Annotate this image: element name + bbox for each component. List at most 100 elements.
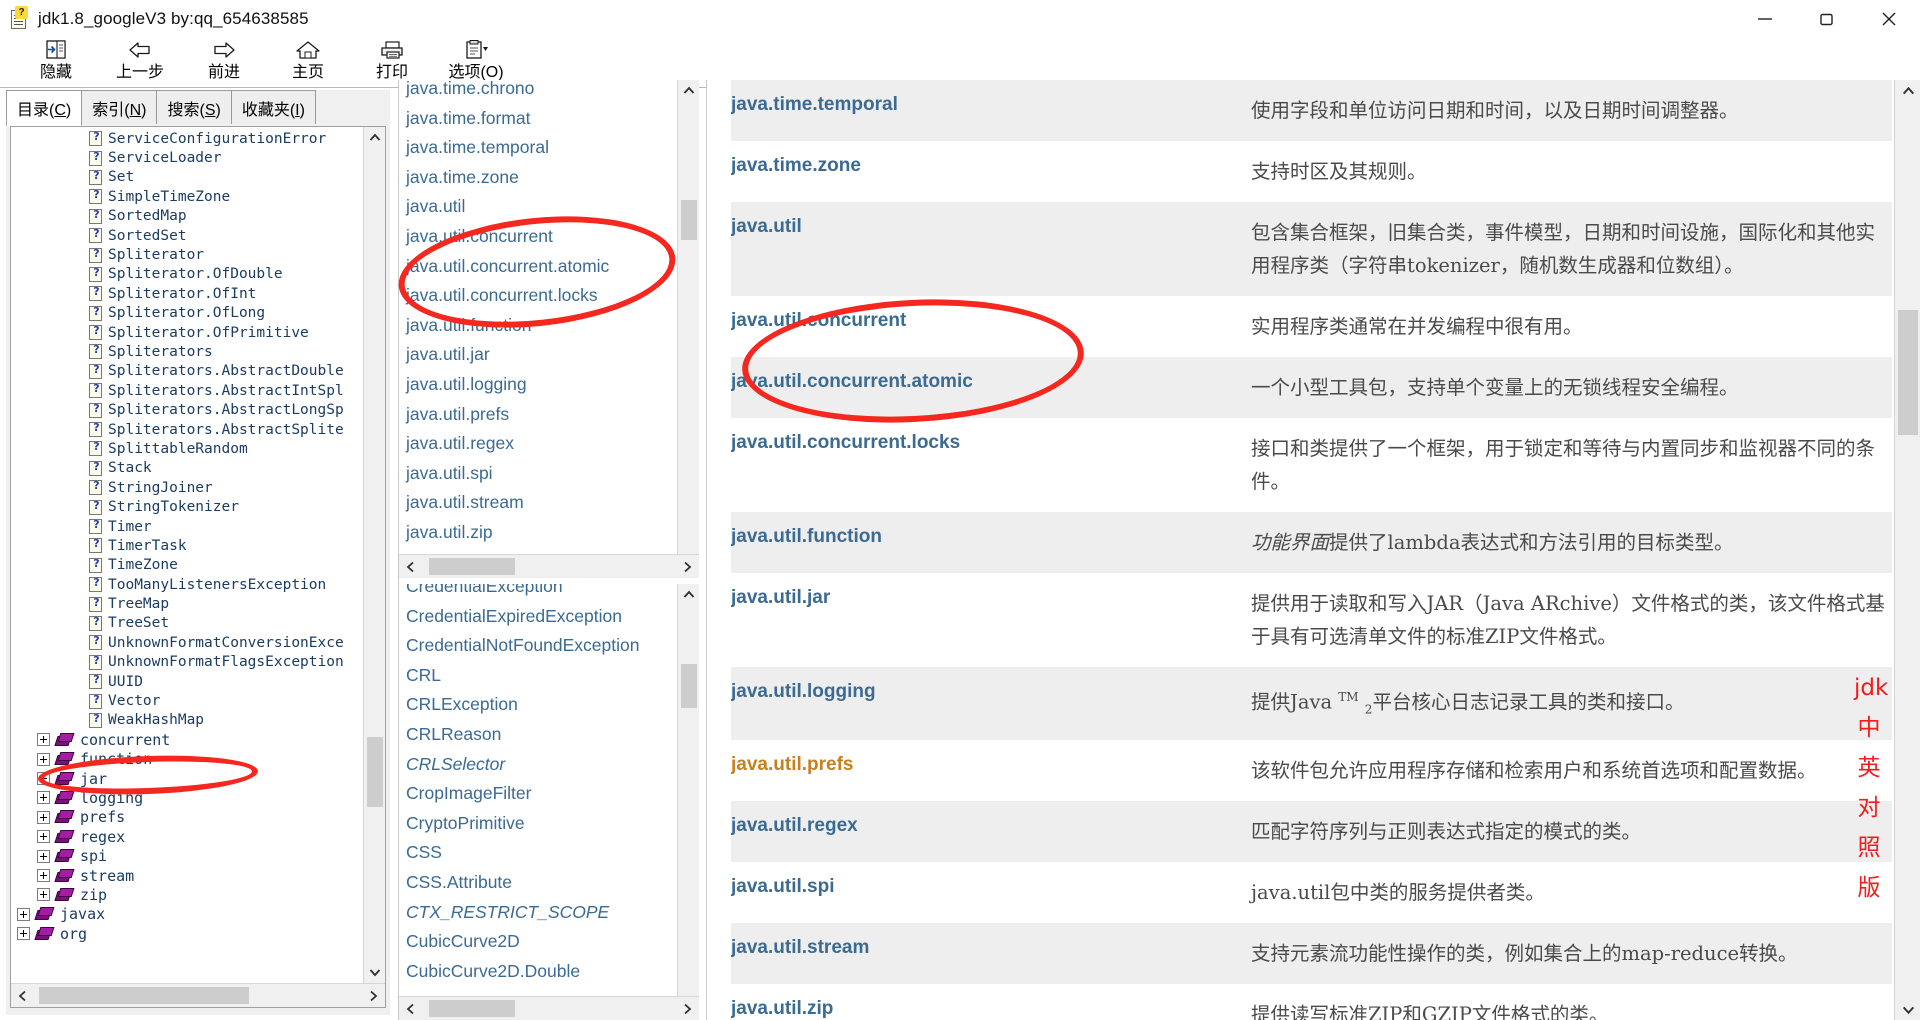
class-index-link[interactable]: CredentialNotFoundException — [399, 631, 677, 661]
tree-scroll-thumb[interactable] — [367, 737, 383, 807]
toolbar-button-hide[interactable]: 隐藏 — [14, 38, 98, 87]
package-index-link[interactable]: java.util.logging — [399, 370, 677, 400]
scroll-up-icon[interactable] — [364, 127, 386, 149]
toolbar-button-back[interactable]: 上一步 — [98, 38, 182, 87]
tree-folder-item[interactable]: jar — [17, 769, 359, 788]
tree-folder-item[interactable]: spi — [17, 846, 359, 865]
tree-page-item[interactable]: Spliterators.AbstractSplite — [17, 420, 359, 439]
expand-plus-icon[interactable] — [17, 927, 30, 941]
tree-page-item[interactable]: Spliterator.OfPrimitive — [17, 323, 359, 342]
tree-page-item[interactable]: WeakHashMap — [17, 711, 359, 730]
package-index-link[interactable]: java.time.temporal — [399, 133, 677, 163]
expand-plus-icon[interactable] — [37, 869, 50, 883]
package-list-scroll-thumb[interactable] — [681, 200, 697, 240]
class-list-scroll-thumb[interactable] — [681, 664, 697, 708]
class-index-list[interactable]: CredentialException CredentialExpiredExce… — [399, 584, 699, 1020]
package-index-link[interactable]: java.util.regex — [399, 429, 677, 459]
tab-favorites[interactable]: 收藏夹(I) — [230, 90, 316, 124]
package-index-link[interactable]: java.util.zip — [399, 518, 677, 548]
class-index-link[interactable]: CRLReason — [399, 720, 677, 750]
package-index-link[interactable]: java.time.zone — [399, 163, 677, 193]
tree-folder-item[interactable]: javax — [17, 905, 359, 924]
class-index-link[interactable]: CRLSelector — [399, 750, 677, 780]
content-vertical-scrollbar[interactable] — [1894, 80, 1920, 1020]
package-link[interactable]: java.util.logging — [731, 681, 876, 702]
tree-page-item[interactable]: Spliterator — [17, 245, 359, 264]
expand-plus-icon[interactable] — [37, 752, 50, 766]
tree-page-item[interactable]: Set — [17, 168, 359, 187]
package-link[interactable]: java.time.zone — [731, 155, 861, 176]
tree-page-item[interactable]: TimerTask — [17, 536, 359, 555]
package-link[interactable]: java.util.zip — [731, 998, 833, 1019]
tree-page-item[interactable]: TreeMap — [17, 594, 359, 613]
minimize-button[interactable] — [1734, 0, 1796, 38]
package-link[interactable]: java.util.stream — [731, 937, 869, 958]
class-index-link[interactable]: CRLException — [399, 690, 677, 720]
scroll-down-icon[interactable] — [1895, 998, 1920, 1020]
tree-page-item[interactable]: Timer — [17, 517, 359, 536]
tree-page-item[interactable]: StringJoiner — [17, 478, 359, 497]
package-index-link[interactable]: java.util.jar — [399, 340, 677, 370]
tree-page-item[interactable]: SortedSet — [17, 226, 359, 245]
class-index-link[interactable]: CubicCurve2D — [399, 927, 677, 957]
package-index-link[interactable]: java.time.chrono — [399, 80, 677, 104]
tree-page-item[interactable]: Vector — [17, 691, 359, 710]
tree-page-item[interactable]: Spliterators — [17, 342, 359, 361]
package-index-link[interactable]: java.time.format — [399, 104, 677, 134]
tree-page-item[interactable]: SimpleTimeZone — [17, 187, 359, 206]
tree-folder-item[interactable]: concurrent — [17, 730, 359, 749]
tab-search[interactable]: 搜索(S) — [156, 90, 232, 124]
scroll-right-icon[interactable] — [361, 984, 385, 1007]
package-index-link[interactable]: java.util.concurrent.atomic — [399, 252, 677, 282]
class-index-link[interactable]: CredentialExpiredException — [399, 602, 677, 632]
tree-page-item[interactable]: Spliterator.OfInt — [17, 284, 359, 303]
tree-folder-item[interactable]: function — [17, 750, 359, 769]
scroll-up-icon[interactable] — [678, 584, 699, 606]
package-index-link[interactable]: java.util.concurrent — [399, 222, 677, 252]
scroll-up-icon[interactable] — [1895, 80, 1920, 102]
tree-horizontal-scrollbar[interactable] — [11, 983, 385, 1007]
package-index-link[interactable]: java.util — [399, 192, 677, 222]
class-index-link[interactable]: CTX_RESTRICT_SCOPE — [399, 898, 677, 928]
tree-page-item[interactable]: Spliterators.AbstractLongSp — [17, 400, 359, 419]
package-index-link[interactable]: java.util.stream — [399, 488, 677, 518]
expand-plus-icon[interactable] — [37, 830, 50, 844]
tree-page-item[interactable]: ServiceLoader — [17, 148, 359, 167]
close-button[interactable] — [1858, 0, 1920, 38]
tree-vertical-scrollbar[interactable] — [363, 127, 385, 983]
scroll-down-icon[interactable] — [364, 961, 386, 983]
tree-hscroll-thumb[interactable] — [39, 987, 249, 1004]
tree-page-item[interactable]: UUID — [17, 672, 359, 691]
class-list-horizontal-scrollbar[interactable] — [399, 996, 699, 1020]
tree-page-item[interactable]: ServiceConfigurationError — [17, 129, 359, 148]
maximize-button[interactable] — [1796, 0, 1858, 38]
package-link[interactable]: java.util.prefs — [731, 754, 854, 775]
package-index-link[interactable]: java.util.prefs — [399, 400, 677, 430]
class-index-link[interactable]: CSS.Attribute — [399, 868, 677, 898]
package-link[interactable]: java.util.jar — [731, 587, 830, 608]
expand-plus-icon[interactable] — [37, 772, 50, 786]
tree-folder-item[interactable]: regex — [17, 827, 359, 846]
scroll-right-icon[interactable] — [675, 997, 699, 1020]
toolbar-button-home[interactable]: 主页 — [266, 38, 350, 87]
expand-plus-icon[interactable] — [17, 907, 30, 921]
class-index-link[interactable]: CredentialException — [399, 584, 677, 602]
expand-plus-icon[interactable] — [37, 791, 50, 805]
class-list-vertical-scrollbar[interactable] — [677, 584, 699, 1020]
tree-page-item[interactable]: Spliterator.OfLong — [17, 304, 359, 323]
tree-folder-item[interactable]: zip — [17, 885, 359, 904]
scroll-right-icon[interactable] — [675, 555, 699, 578]
expand-plus-icon[interactable] — [37, 810, 50, 824]
package-list-vertical-scrollbar[interactable] — [677, 80, 699, 578]
package-list-horizontal-scrollbar[interactable] — [399, 554, 699, 578]
scroll-left-icon[interactable] — [399, 997, 423, 1020]
scroll-up-icon[interactable] — [678, 80, 699, 102]
package-index-link[interactable]: java.util.function — [399, 311, 677, 341]
tree-page-item[interactable]: UnknownFormatFlagsException — [17, 653, 359, 672]
package-index-link[interactable]: java.util.spi — [399, 459, 677, 489]
package-link[interactable]: java.util.spi — [731, 876, 834, 897]
expand-plus-icon[interactable] — [37, 888, 50, 902]
package-link[interactable]: java.util.concurrent.atomic — [731, 371, 973, 392]
package-link[interactable]: java.time.temporal — [731, 94, 898, 115]
package-link[interactable]: java.util.concurrent — [731, 310, 906, 331]
